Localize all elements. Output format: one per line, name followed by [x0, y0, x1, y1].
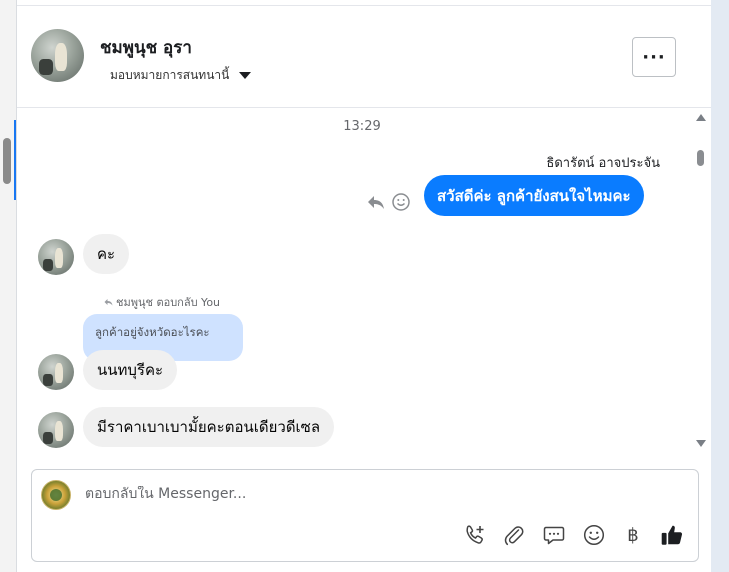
reply-context-text: ชมพูนุช ตอบกลับ You [116, 296, 221, 309]
like-button[interactable] [659, 522, 685, 548]
thumbs-up-icon [661, 525, 683, 545]
payment-button[interactable]: ฿ [620, 522, 646, 548]
incoming-message-bubble[interactable]: นนทบุรีคะ [83, 350, 178, 390]
page-scrollbar-thumb[interactable] [3, 138, 11, 184]
add-call-button[interactable] [462, 522, 488, 548]
outgoing-sender-name: ธิดารัตน์ อาจประจัน [546, 156, 660, 171]
paperclip-icon [504, 526, 524, 546]
saved-replies-button[interactable] [541, 522, 567, 548]
reply-input[interactable] [85, 486, 485, 502]
outgoing-message-bubble[interactable]: สวัสดีค่ะ ลูกค้ายังสนใจไหมคะ [424, 175, 644, 216]
react-emoji-icon[interactable] [391, 192, 411, 212]
contact-avatar[interactable] [31, 29, 84, 82]
contact-avatar-small[interactable] [38, 354, 74, 390]
phone-plus-icon [466, 525, 484, 544]
chat-bubble-icon [543, 526, 565, 545]
contact-avatar-small[interactable] [38, 412, 74, 448]
scroll-down-arrow-icon[interactable] [696, 440, 706, 447]
reply-arrow-icon [104, 299, 113, 306]
right-side-panel [710, 0, 729, 572]
reply-icon[interactable] [366, 192, 386, 212]
incoming-message-bubble[interactable]: มีราคาเบาเบามั้ยคะตอนเดียวดีเซล [83, 407, 335, 447]
message-timestamp: 13:29 [343, 119, 381, 134]
assign-conversation-dropdown[interactable]: มอบหมายการสนทนานี้ [110, 66, 252, 85]
incoming-message-bubble[interactable]: คะ [83, 234, 130, 274]
more-options-button[interactable]: ··· [632, 37, 676, 77]
message-composer: ฿ [31, 469, 699, 562]
page-scrollbar[interactable] [0, 0, 16, 572]
conversation-header: ชมพูนุช อุรา มอบหมายการสนทนานี้ ··· [17, 6, 711, 108]
reply-context-label: ชมพูนุช ตอบกลับ You [103, 293, 220, 311]
attach-file-button[interactable] [501, 522, 527, 548]
contact-name[interactable]: ชมพูนุช อุรา [100, 34, 192, 61]
emoji-button[interactable] [581, 522, 607, 548]
caret-down-icon [239, 72, 252, 79]
chat-scrollbar[interactable] [693, 108, 709, 454]
conversation-panel: ชมพูนุช อุรา มอบหมายการสนทนานี้ ··· 13:2… [16, 0, 711, 572]
page-avatar [41, 480, 71, 510]
contact-avatar-small[interactable] [38, 239, 74, 275]
chat-scrollbar-thumb[interactable] [697, 150, 704, 166]
assign-conversation-label: มอบหมายการสนทนานี้ [110, 68, 230, 82]
baht-icon: ฿ [627, 524, 639, 546]
smiley-icon [583, 524, 605, 546]
